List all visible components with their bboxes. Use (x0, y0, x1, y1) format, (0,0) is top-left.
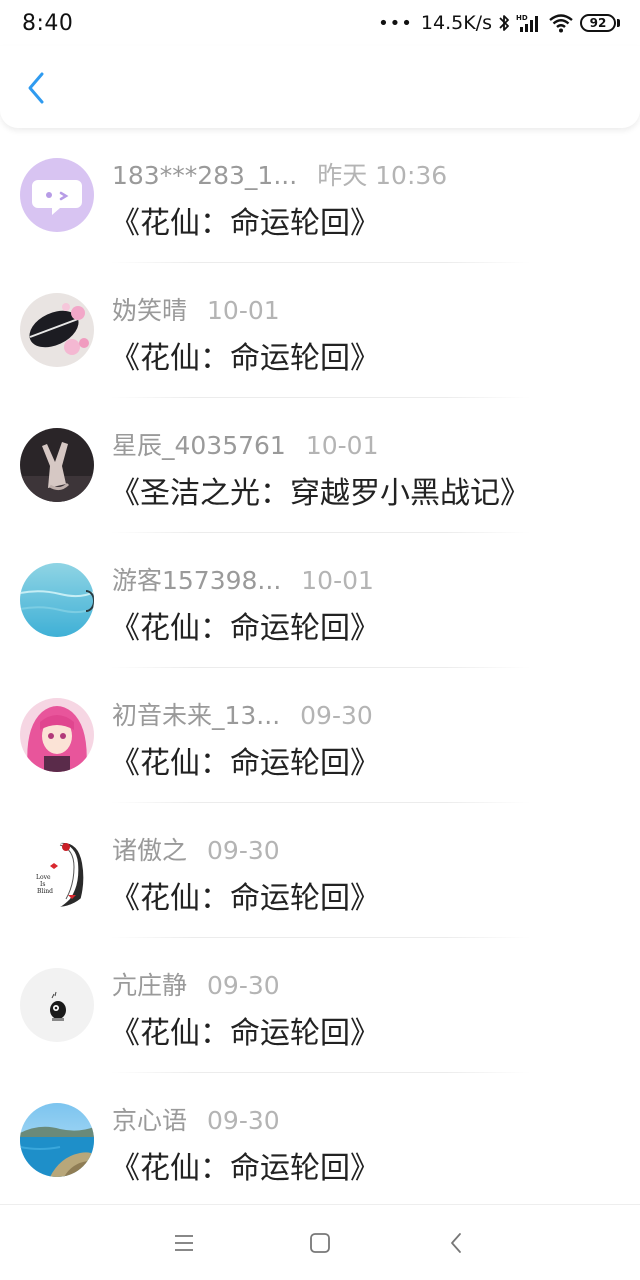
item-meta: 妫笑晴 10-01 (112, 291, 280, 327)
list-item[interactable]: 京心语 09-30 《花仙：命运轮回》 (0, 1073, 640, 1208)
coast-photo-avatar (20, 1103, 94, 1177)
network-speed: 14.5K/s (420, 12, 492, 34)
user-name: 初音未来_13... (112, 701, 281, 730)
menu-button[interactable] (166, 1225, 202, 1261)
svg-text:Love: Love (36, 874, 51, 881)
menu-icon (175, 1235, 193, 1251)
status-icons: ••• 14.5K/s HD 92 (378, 12, 620, 34)
book-title: 《花仙：命运轮回》 (110, 611, 380, 646)
book-title: 《花仙：命运轮回》 (110, 1151, 380, 1186)
book-title: 《花仙：命运轮回》 (110, 746, 380, 781)
item-time: 09-30 (300, 701, 373, 730)
user-name: 诸傲之 (112, 836, 188, 865)
book-title: 《圣洁之光：穿越罗小黑战记》 (110, 476, 530, 511)
flowers-photo-avatar (20, 293, 94, 367)
book-title: 《花仙：命运轮回》 (110, 206, 380, 241)
screen: 8:40 ••• 14.5K/s HD 92 183***283_1... 昨天… (0, 0, 640, 1280)
list-item[interactable]: 妫笑晴 10-01 《花仙：命运轮回》 (0, 263, 640, 398)
item-meta: 诸傲之 09-30 (112, 831, 280, 867)
svg-text:HD: HD (516, 14, 528, 22)
item-time: 09-30 (207, 836, 280, 865)
item-meta: 京心语 09-30 (112, 1101, 280, 1137)
more-dots: ••• (378, 12, 413, 34)
bluetooth-icon (498, 13, 510, 33)
user-name: 游客157398... (112, 566, 282, 595)
svg-text:Blind: Blind (37, 888, 53, 895)
back-triangle-icon (451, 1233, 461, 1253)
item-meta: 星辰_4035761 10-01 (112, 426, 379, 462)
item-meta: 初音未来_13... 09-30 (112, 696, 373, 732)
book-title: 《花仙：命运轮回》 (110, 1016, 380, 1051)
header (0, 46, 640, 128)
item-time: 09-30 (207, 971, 280, 1000)
item-time: 10-01 (207, 296, 280, 325)
wifi-icon (548, 13, 574, 33)
item-time: 10-01 (305, 431, 379, 460)
status-bar: 8:40 ••• 14.5K/s HD 92 (0, 0, 640, 46)
battery-icon: 92 (580, 14, 620, 32)
back-button[interactable] (14, 66, 58, 110)
svg-text:Is: Is (40, 881, 45, 888)
sea-photo-avatar (20, 563, 94, 637)
hand-gesture-avatar (20, 428, 94, 502)
list-item[interactable]: 183***283_1... 昨天 10:36 《花仙：命运轮回》 (0, 128, 640, 263)
home-button[interactable] (302, 1225, 338, 1261)
chat-bubble-avatar (20, 158, 94, 232)
list-item[interactable]: 星辰_4035761 10-01 《圣洁之光：穿越罗小黑战记》 (0, 398, 640, 533)
status-time: 8:40 (22, 10, 74, 36)
user-name: 妫笑晴 (112, 296, 188, 325)
book-title: 《花仙：命运轮回》 (110, 881, 380, 916)
small-character-avatar (20, 968, 94, 1042)
user-name: 亢庄静 (112, 971, 188, 1000)
chevron-left-icon (28, 72, 44, 104)
battery-level: 92 (580, 14, 616, 32)
item-time: 10-01 (301, 566, 374, 595)
list-item[interactable]: Love Is Blind 诸傲之 09-30 《花仙：命运轮回》 (0, 803, 640, 938)
item-time: 昨天 10:36 (317, 161, 448, 190)
item-time: 09-30 (207, 1106, 280, 1135)
user-name: 京心语 (112, 1106, 188, 1135)
anime-girl-avatar (20, 698, 94, 772)
system-nav-bar (0, 1204, 640, 1280)
message-list: 183***283_1... 昨天 10:36 《花仙：命运轮回》 妫笑晴 10… (0, 128, 640, 1208)
list-item[interactable]: 亢庄静 09-30 《花仙：命运轮回》 (0, 938, 640, 1073)
item-meta: 183***283_1... 昨天 10:36 (112, 156, 447, 192)
list-item[interactable]: 游客157398... 10-01 《花仙：命运轮回》 (0, 533, 640, 668)
item-meta: 游客157398... 10-01 (112, 561, 374, 597)
item-meta: 亢庄静 09-30 (112, 966, 280, 1002)
sketch-girl-avatar: Love Is Blind (20, 833, 94, 907)
user-name: 星辰_4035761 (112, 431, 286, 460)
list-item[interactable]: 初音未来_13... 09-30 《花仙：命运轮回》 (0, 668, 640, 803)
back-nav-button[interactable] (438, 1225, 474, 1261)
book-title: 《花仙：命运轮回》 (110, 341, 380, 376)
home-square-icon (310, 1233, 330, 1253)
signal-icon: HD (516, 13, 542, 33)
user-name: 183***283_1... (112, 161, 298, 190)
